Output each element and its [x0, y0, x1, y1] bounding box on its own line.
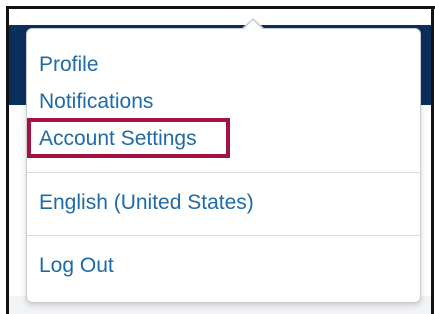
- menu-item-log-out[interactable]: Log Out: [39, 254, 114, 278]
- menu-divider: [27, 172, 420, 173]
- menu-divider: [27, 235, 420, 236]
- menu-item-profile[interactable]: Profile: [39, 53, 99, 77]
- window-frame-top: [6, 6, 435, 9]
- menu-item-language[interactable]: English (United States): [39, 191, 254, 215]
- user-dropdown-menu: Profile Notifications Account Settings E…: [26, 18, 421, 303]
- menu-item-account-settings[interactable]: Account Settings: [39, 127, 197, 151]
- menu-pointer-arrow-fill: [243, 20, 263, 30]
- window-frame-right: [431, 6, 434, 314]
- menu-item-notifications[interactable]: Notifications: [39, 90, 153, 114]
